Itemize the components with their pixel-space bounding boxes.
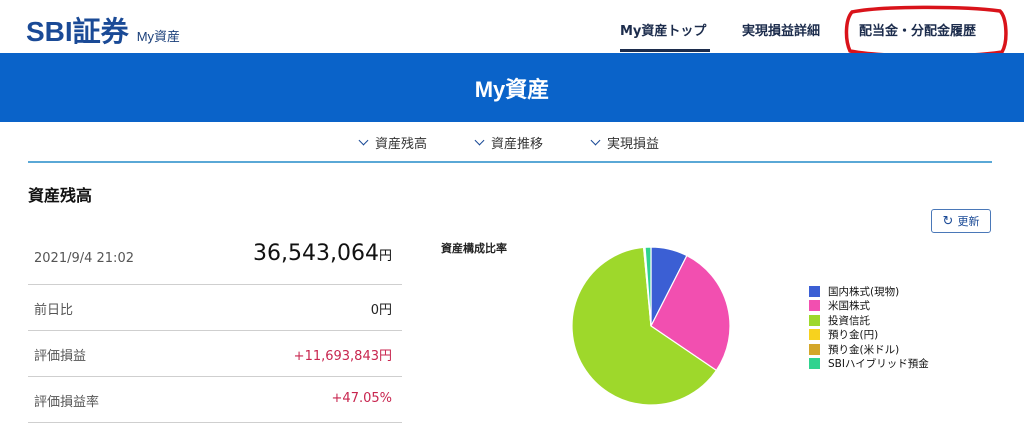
nav-realized-pl-detail[interactable]: 実現損益詳細 (742, 20, 820, 39)
nav-active-indicator (620, 49, 710, 52)
legend-swatch (809, 343, 820, 355)
page-banner: My資産 (0, 53, 1024, 122)
red-highlight-circle (844, 5, 1008, 58)
refresh-icon: ↻ (942, 213, 954, 229)
divider (28, 161, 992, 163)
chevron-down-icon (358, 135, 369, 146)
chevron-down-icon (590, 135, 601, 146)
day-change-value: 0円 (370, 303, 392, 318)
nav-my-assets-top[interactable]: My資産トップ (620, 20, 706, 39)
table-row: 評価損益率 +47.05% (28, 377, 402, 423)
logo-subtitle: My資産 (136, 29, 181, 44)
legend-swatch (809, 329, 820, 341)
legend-swatch (809, 358, 820, 370)
refresh-label: 更新 (957, 215, 980, 228)
section-title: 資産残高 (28, 186, 93, 205)
chart-legend: 国内株式(現物) 米国株式 投資信託預り金(円) 預り金(米ドル) SBIハイブリッド預… (809, 284, 929, 371)
unrealized-pl-rate-value: +47.05% (331, 391, 392, 406)
anchor-label: 資産推移 (491, 137, 544, 152)
logo-text: SBI証券 (26, 16, 129, 47)
total-balance: 36,543,064円 (253, 241, 392, 266)
table-row: 2021/9/4 21:02 36,543,064円 (28, 235, 402, 285)
anchor-label: 資産残高 (375, 137, 428, 152)
refresh-button[interactable]: ↻ 更新 (931, 209, 991, 233)
logo[interactable]: SBI証券 My資産 (26, 10, 180, 50)
section-anchor-nav: 資産残高 資産推移 実現損益 (0, 122, 1024, 162)
balance-datetime: 2021/9/4 21:02 (34, 251, 134, 266)
legend-swatch (809, 314, 820, 326)
legend-item[interactable]: SBIハイブリッド預金 (809, 357, 929, 372)
total-balance-amount: 36,543,064 (253, 241, 379, 266)
anchor-asset-trend[interactable]: 資産推移 (474, 133, 544, 152)
legend-item[interactable]: 預り金(円) (809, 328, 929, 343)
legend-label: 米国株式 (828, 300, 870, 313)
balance-table: 2021/9/4 21:02 36,543,064円 前日比 0円 評価損益 +… (28, 235, 402, 423)
legend-item[interactable]: 米国株式 (809, 299, 929, 314)
unrealized-pl-value: +11,693,843円 (293, 349, 392, 364)
anchor-realized-pl[interactable]: 実現損益 (590, 133, 660, 152)
legend-label: 国内株式(現物) (828, 285, 900, 298)
legend-label: SBIハイブリッド預金 (828, 358, 929, 371)
total-balance-unit: 円 (378, 249, 392, 264)
row-label: 評価損益率 (34, 395, 100, 410)
anchor-asset-balance[interactable]: 資産残高 (358, 133, 428, 152)
legend-label: 投資信託 (828, 314, 870, 327)
header: SBI証券 My資産 My資産トップ 実現損益詳細 配当金・分配金履歴 (0, 0, 1024, 58)
anchor-label: 実現損益 (607, 137, 660, 152)
legend-swatch (809, 300, 820, 312)
legend-swatch (809, 285, 820, 297)
table-row: 評価損益 +11,693,843円 (28, 331, 402, 377)
legend-item[interactable]: 預り金(米ドル) (809, 342, 929, 357)
asset-allocation-pie-chart (571, 246, 731, 406)
chevron-down-icon (474, 135, 485, 146)
table-row: 前日比 0円 (28, 285, 402, 331)
row-label: 前日比 (34, 303, 74, 318)
chart-title: 資産構成比率 (441, 242, 507, 255)
legend-label: 預り金(円) (828, 329, 879, 342)
page-title: My資産 (474, 76, 550, 102)
legend-item[interactable]: 国内株式(現物) (809, 284, 929, 299)
legend-label: 預り金(米ドル) (828, 343, 900, 356)
legend-item[interactable]: 投資信託 (809, 313, 929, 328)
row-label: 評価損益 (34, 349, 87, 364)
